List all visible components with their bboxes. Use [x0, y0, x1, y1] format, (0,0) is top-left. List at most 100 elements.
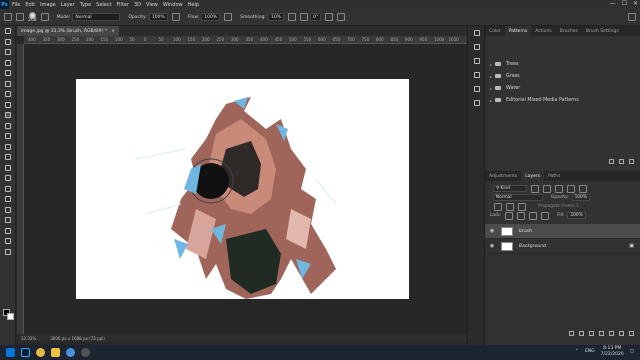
pressure-opacity-icon[interactable] — [171, 13, 180, 21]
airbrush-icon[interactable] — [224, 13, 233, 21]
chrome-taskbar-icon[interactable] — [36, 348, 45, 357]
menu-help[interactable]: Help — [188, 2, 199, 8]
layer-row-background[interactable]: ◉ Background ▣ — [485, 239, 640, 254]
angle-input[interactable]: 0° — [310, 13, 322, 21]
layer-opacity-input[interactable]: 100% — [571, 194, 590, 201]
history-panel-icon[interactable] — [468, 26, 486, 40]
pattern-group[interactable]: ▸ Grass — [485, 70, 640, 82]
lock-transparency-icon[interactable] — [505, 211, 514, 220]
menu-type[interactable]: Type — [80, 2, 91, 8]
path-select-tool-icon[interactable] — [0, 205, 16, 216]
blur-tool-icon[interactable] — [0, 163, 16, 174]
minimize-button[interactable]: — — [610, 0, 616, 7]
eye-icon[interactable]: ◉ — [487, 228, 497, 234]
menu-layer[interactable]: Layer — [61, 2, 75, 8]
type-filter-icon[interactable] — [555, 184, 563, 193]
tab-brush-settings[interactable]: Brush Settings — [582, 26, 623, 36]
trash-icon[interactable] — [629, 159, 634, 164]
eyedropper-tool-icon[interactable] — [0, 89, 16, 100]
unify-position-icon[interactable] — [494, 202, 502, 211]
search-icon[interactable] — [628, 13, 636, 21]
unify-visibility-icon[interactable] — [506, 202, 514, 211]
layer-row-brush[interactable]: ◉ brush — [485, 224, 640, 239]
eraser-tool-icon[interactable] — [0, 142, 16, 153]
pattern-group[interactable]: ▸ Editorial Mixed Media Patterns — [485, 94, 640, 106]
document-canvas[interactable] — [76, 79, 409, 299]
more-tools-icon[interactable] — [0, 247, 16, 258]
shape-tool-icon[interactable] — [0, 215, 16, 226]
lock-pixels-icon[interactable] — [517, 211, 526, 220]
history-brush-tool-icon[interactable] — [0, 131, 16, 142]
flow-input[interactable]: 100% — [201, 13, 221, 21]
character-panel-icon[interactable] — [468, 82, 486, 96]
new-layer-icon[interactable] — [619, 331, 624, 336]
paragraph-panel-icon[interactable] — [468, 96, 486, 110]
propagate-frame-checkbox[interactable]: Propagate Frame 1 — [538, 204, 579, 209]
type-tool-icon[interactable] — [0, 194, 16, 205]
eye-icon[interactable]: ◉ — [487, 243, 497, 249]
menu-3d[interactable]: 3D — [134, 2, 141, 8]
swatches-panel-icon[interactable] — [468, 68, 486, 82]
pattern-group[interactable]: ▸ Trees — [485, 58, 640, 70]
file-explorer-icon[interactable] — [51, 348, 60, 357]
smoothing-input[interactable]: 10% — [268, 13, 285, 21]
vertical-ruler[interactable] — [17, 44, 24, 334]
quick-select-tool-icon[interactable] — [0, 58, 16, 69]
lock-all-icon[interactable] — [541, 211, 550, 220]
adjustment-filter-icon[interactable] — [543, 184, 551, 193]
photoshop-taskbar-icon[interactable] — [21, 348, 30, 357]
photoshop-logo[interactable]: Ps — [0, 0, 9, 9]
brush-tool-icon[interactable] — [0, 110, 16, 121]
language-indicator[interactable]: ENG — [585, 349, 595, 354]
menu-view[interactable]: View — [146, 2, 158, 8]
shape-filter-icon[interactable] — [567, 184, 575, 193]
menu-window[interactable]: Window — [163, 2, 183, 8]
app-taskbar-icon[interactable] — [66, 348, 75, 357]
pen-tool-icon[interactable] — [0, 184, 16, 195]
new-group-icon[interactable] — [609, 331, 614, 336]
gradient-tool-icon[interactable] — [0, 152, 16, 163]
zoom-tool-icon[interactable] — [0, 236, 16, 247]
unify-style-icon[interactable] — [518, 202, 526, 211]
document-tab[interactable]: image.jpg @ 33.3% (brush, RGB/8#) * × — [17, 26, 119, 36]
tab-brushes[interactable]: Brushes — [556, 26, 582, 36]
tab-adjustments[interactable]: Adjustments — [485, 171, 521, 181]
brush-preset-icon[interactable] — [16, 13, 24, 21]
new-group-icon[interactable] — [609, 159, 614, 164]
home-icon[interactable] — [4, 13, 12, 21]
background-color-swatch[interactable] — [7, 313, 14, 320]
pressure-size-icon[interactable] — [325, 13, 334, 21]
libraries-panel-icon[interactable] — [468, 54, 486, 68]
link-layers-icon[interactable] — [569, 331, 574, 336]
menu-edit[interactable]: Edit — [25, 2, 35, 8]
zoom-level[interactable]: 33.33% — [21, 336, 36, 341]
angle-icon[interactable] — [300, 13, 309, 21]
hand-tool-icon[interactable] — [0, 226, 16, 237]
menu-filter[interactable]: Filter — [117, 2, 129, 8]
notification-icon[interactable]: □ — [630, 349, 634, 354]
blend-mode-select[interactable]: Normal — [493, 194, 543, 201]
smart-object-filter-icon[interactable] — [579, 184, 587, 193]
lock-position-icon[interactable] — [529, 211, 538, 220]
tab-color[interactable]: Color — [485, 26, 505, 36]
lasso-tool-icon[interactable] — [0, 47, 16, 58]
move-tool-icon[interactable] — [0, 26, 16, 37]
properties-panel-icon[interactable] — [468, 40, 486, 54]
kind-filter-select[interactable]: ⚲ Kind — [493, 185, 527, 192]
trash-icon[interactable] — [629, 331, 634, 336]
menu-image[interactable]: Image — [40, 2, 56, 8]
new-pattern-icon[interactable] — [619, 159, 624, 164]
menu-file[interactable]: File — [12, 2, 20, 8]
menu-select[interactable]: Select — [96, 2, 111, 8]
canvas-area[interactable] — [24, 44, 467, 334]
document-info[interactable]: 3000 px x 1688 px (72 ppi) — [50, 336, 105, 341]
horizontal-ruler[interactable]: 400 350 300 250 200 150 100 50 0 50 100 150 200 250 30… — [24, 36, 467, 44]
symmetry-icon[interactable] — [337, 13, 346, 21]
close-tab-icon[interactable]: × — [111, 29, 115, 34]
windows-start-icon[interactable] — [6, 348, 15, 357]
dodge-tool-icon[interactable] — [0, 173, 16, 184]
pixel-filter-icon[interactable] — [531, 184, 539, 193]
crop-tool-icon[interactable] — [0, 68, 16, 79]
close-button[interactable]: ✕ — [633, 0, 638, 7]
mask-icon[interactable] — [589, 331, 594, 336]
